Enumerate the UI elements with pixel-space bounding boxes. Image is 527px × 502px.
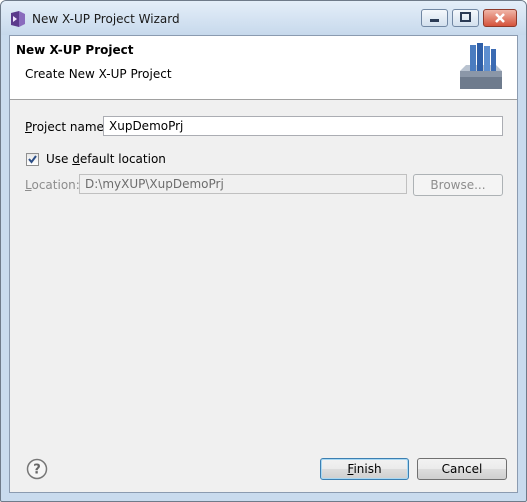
location-label: Location: xyxy=(25,178,80,192)
minimize-button[interactable] xyxy=(421,9,448,27)
project-wizard-icon xyxy=(460,43,502,89)
location-input[interactable] xyxy=(79,174,407,194)
finish-button[interactable]: Finish xyxy=(320,458,409,480)
wizard-banner: New X-UP Project Create New X-UP Project xyxy=(10,36,517,100)
svg-text:?: ? xyxy=(33,463,41,478)
banner-title: New X-UP Project xyxy=(16,43,134,57)
use-default-location-label[interactable]: Use default location xyxy=(46,152,166,166)
maximize-icon xyxy=(460,12,471,22)
project-name-label: Project name: xyxy=(25,120,108,134)
close-icon xyxy=(495,13,505,23)
close-button[interactable] xyxy=(483,9,517,27)
use-default-location-checkbox[interactable] xyxy=(26,153,39,166)
cancel-button[interactable]: Cancel xyxy=(417,458,507,480)
title-bar[interactable]: New X-UP Project Wizard xyxy=(1,1,526,35)
checkmark-icon xyxy=(28,155,37,164)
eclipse-app-icon xyxy=(11,11,25,27)
browse-button[interactable]: Browse... xyxy=(413,174,503,196)
wizard-client-area: New X-UP Project Create New X-UP Project… xyxy=(9,35,518,493)
minimize-icon xyxy=(430,19,439,22)
banner-description: Create New X-UP Project xyxy=(25,67,172,81)
project-name-input[interactable] xyxy=(103,116,503,136)
wizard-window: New X-UP Project Wizard New X-UP Project… xyxy=(0,0,527,502)
help-icon[interactable]: ? xyxy=(26,458,48,480)
window-title: New X-UP Project Wizard xyxy=(32,12,180,26)
maximize-button[interactable] xyxy=(452,9,479,27)
